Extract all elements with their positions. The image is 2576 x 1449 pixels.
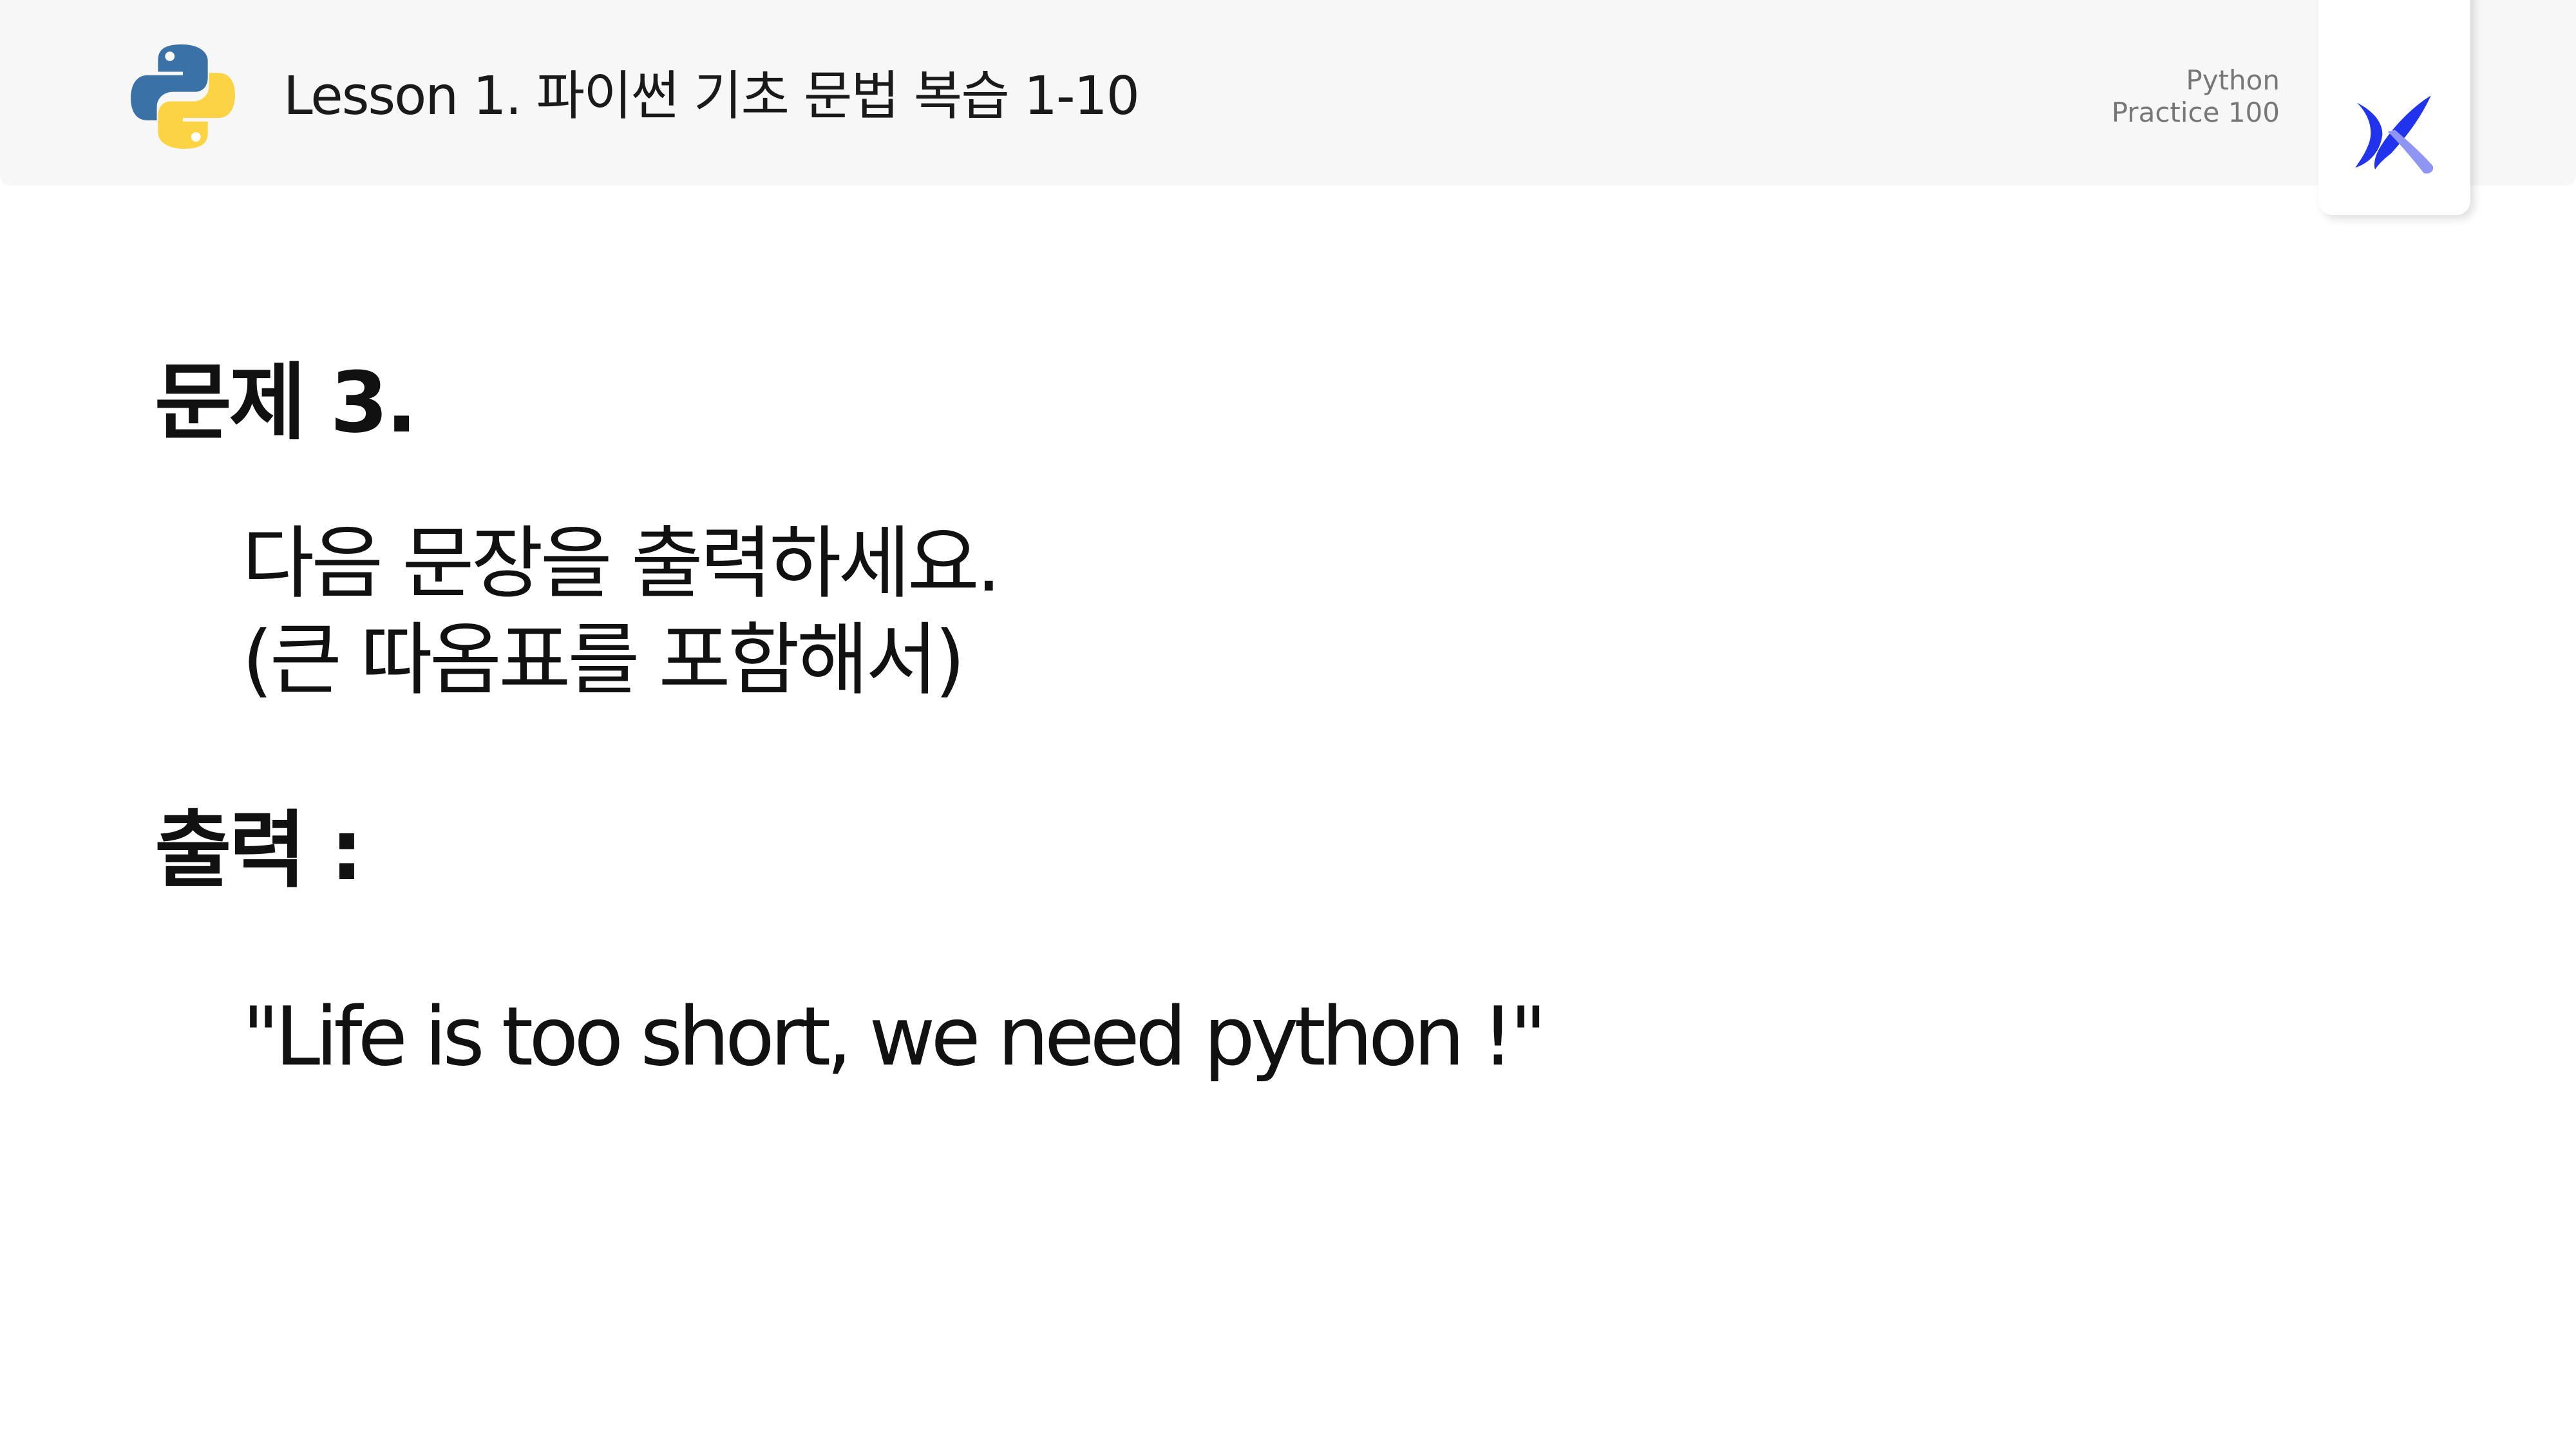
course-label-line1: Python bbox=[2186, 64, 2280, 96]
problem-heading: 문제 3. bbox=[155, 354, 417, 451]
output-heading: 출력 : bbox=[155, 801, 363, 899]
output-text: "Life is too short, we need python !" bbox=[242, 989, 1547, 1084]
question-text: 다음 문장을 출력하세요. (큰 따옴표를 포함해서) bbox=[242, 515, 1001, 708]
brand-x-logo-icon bbox=[2355, 95, 2434, 174]
slide: Lesson 1. 파이썬 기초 문법 복습 1-10 Python Pract… bbox=[0, 0, 2576, 1449]
brand-card bbox=[2318, 0, 2470, 215]
question-line-1: 다음 문장을 출력하세요. bbox=[242, 518, 1001, 609]
course-label-line2: Practice 100 bbox=[2111, 97, 2280, 128]
course-label: Python Practice 100 bbox=[2112, 64, 2280, 129]
python-logo-icon bbox=[131, 44, 235, 149]
header-bar: Lesson 1. 파이썬 기초 문법 복습 1-10 Python Pract… bbox=[0, 0, 2576, 185]
lesson-title: Lesson 1. 파이썬 기초 문법 복습 1-10 bbox=[283, 66, 1140, 127]
question-line-2: (큰 따옴표를 포함해서) bbox=[242, 614, 965, 706]
